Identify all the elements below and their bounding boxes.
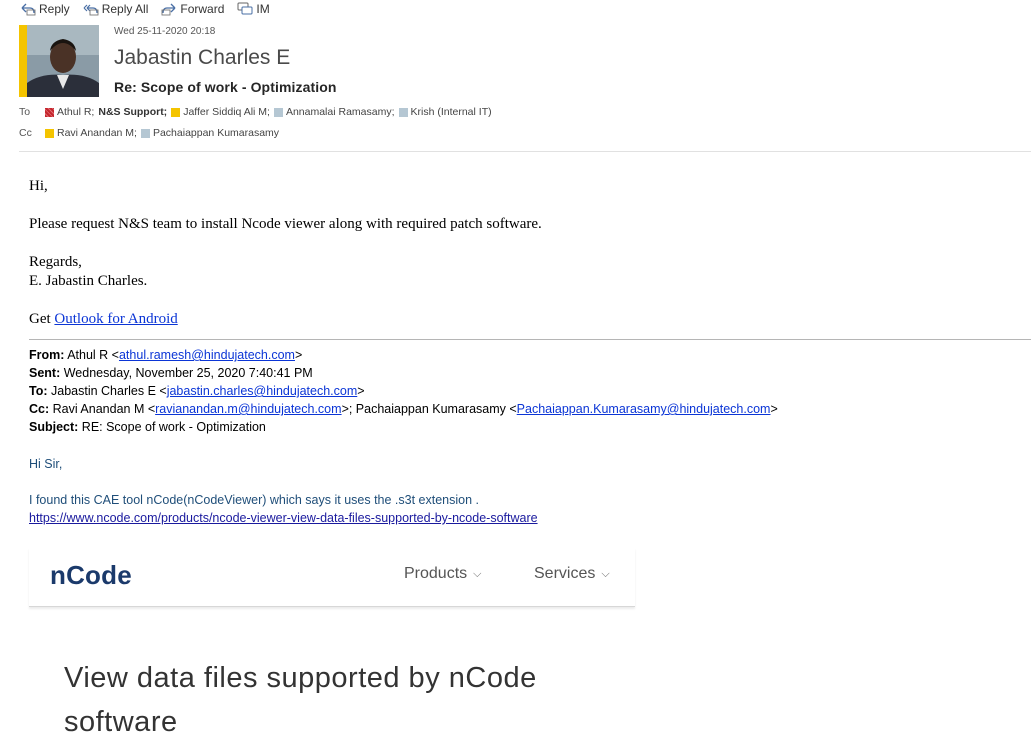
im-button[interactable]: IM bbox=[237, 2, 270, 16]
category-color-bar bbox=[19, 25, 27, 97]
body-greeting: Hi, bbox=[29, 178, 48, 194]
im-label: IM bbox=[256, 2, 270, 16]
cc-recipients-row: Cc Ravi Anandan M; Pachaiappan Kumarasam… bbox=[19, 127, 283, 139]
chevron-down-icon: ⌵ bbox=[473, 567, 482, 580]
get-outlook-line: Get Outlook for Android bbox=[29, 311, 178, 327]
chat-icon bbox=[237, 2, 253, 15]
to-email-link[interactable]: jabastin.charles@hindujatech.com bbox=[167, 384, 358, 398]
body-request: Please request N&S team to install Ncode… bbox=[29, 216, 542, 232]
recipient-jaffer[interactable]: Jaffer Siddiq Ali M; bbox=[171, 106, 270, 118]
recipient-ravi[interactable]: Ravi Anandan M; bbox=[45, 127, 137, 139]
status-square-icon bbox=[398, 107, 408, 117]
cc-email-link-2[interactable]: Pachaiappan.Kumarasamy@hindujatech.com bbox=[517, 402, 771, 416]
message-date: Wed 25-11-2020 20:18 bbox=[114, 26, 216, 37]
forward-label: Forward bbox=[180, 2, 225, 16]
original-found-text: I found this CAE tool nCode(nCodeViewer)… bbox=[29, 493, 480, 507]
message-subject: Re: Scope of work - Optimization bbox=[114, 79, 337, 95]
sender-avatar[interactable] bbox=[27, 25, 99, 97]
ncode-url-link[interactable]: https://www.ncode.com/products/ncode-vie… bbox=[29, 511, 538, 525]
original-to-line: To: Jabastin Charles E <jabastin.charles… bbox=[29, 384, 365, 398]
status-square-icon bbox=[171, 107, 181, 117]
to-recipients-row: To Athul R; N&S Support; Jaffer Siddiq A… bbox=[19, 106, 496, 118]
recipient-pachaiappan[interactable]: Pachaiappan Kumarasamy bbox=[140, 127, 279, 139]
reply-all-label: Reply All bbox=[101, 2, 149, 16]
sender-name[interactable]: Jabastin Charles E bbox=[114, 46, 290, 70]
nav-products[interactable]: Products ⌵ bbox=[404, 565, 481, 583]
status-square-icon bbox=[273, 107, 283, 117]
chevron-down-icon: ⌵ bbox=[601, 567, 610, 580]
cc-label: Cc bbox=[19, 127, 32, 139]
reply-label: Reply bbox=[39, 2, 70, 16]
forward-icon bbox=[161, 3, 176, 16]
body-regards: Regards, bbox=[29, 254, 82, 270]
recipient-athul[interactable]: Athul R; bbox=[45, 106, 94, 118]
forward-button[interactable]: Forward bbox=[161, 2, 224, 16]
original-sent-line: Sent: Wednesday, November 25, 2020 7:40:… bbox=[29, 366, 313, 380]
ncode-url-line: https://www.ncode.com/products/ncode-vie… bbox=[29, 511, 538, 525]
outlook-android-link[interactable]: Outlook for Android bbox=[54, 311, 177, 327]
ncode-page-heading: View data files supported by nCode softw… bbox=[64, 662, 537, 738]
header-divider bbox=[19, 151, 1031, 152]
status-square-icon bbox=[45, 128, 54, 138]
from-email-link[interactable]: athul.ramesh@hindujatech.com bbox=[119, 348, 295, 362]
reply-icon bbox=[21, 3, 36, 16]
recipient-annamalai[interactable]: Annamalai Ramasamy; bbox=[273, 106, 395, 118]
status-square-icon bbox=[45, 107, 54, 117]
original-from-line: From: Athul R <athul.ramesh@hindujatech.… bbox=[29, 348, 303, 362]
to-label: To bbox=[19, 106, 31, 118]
sender-photo-icon bbox=[27, 25, 99, 97]
original-subject-line: Subject: RE: Scope of work - Optimizatio… bbox=[29, 420, 266, 434]
message-toolbar: Reply Reply All Forward IM bbox=[20, 0, 283, 18]
reply-button[interactable]: Reply bbox=[20, 2, 70, 16]
ncode-site-navbar: nCode Products ⌵ Services ⌵ bbox=[29, 548, 635, 607]
ncode-logo[interactable]: nCode bbox=[50, 560, 132, 591]
reply-all-button[interactable]: Reply All bbox=[83, 2, 149, 16]
original-greeting: Hi Sir, bbox=[29, 457, 63, 471]
recipient-krish[interactable]: Krish (Internal IT) bbox=[398, 106, 492, 118]
reply-all-icon bbox=[83, 4, 99, 16]
body-signature: E. Jabastin Charles. bbox=[29, 273, 148, 289]
status-square-icon bbox=[140, 128, 150, 138]
nav-services[interactable]: Services ⌵ bbox=[534, 565, 610, 583]
cc-email-link-1[interactable]: ravianandan.m@hindujatech.com bbox=[155, 402, 341, 416]
quote-divider bbox=[29, 339, 1031, 340]
recipient-ns-support[interactable]: N&S Support; bbox=[98, 106, 167, 118]
original-cc-line: Cc: Ravi Anandan M <ravianandan.m@hinduj… bbox=[29, 402, 778, 416]
